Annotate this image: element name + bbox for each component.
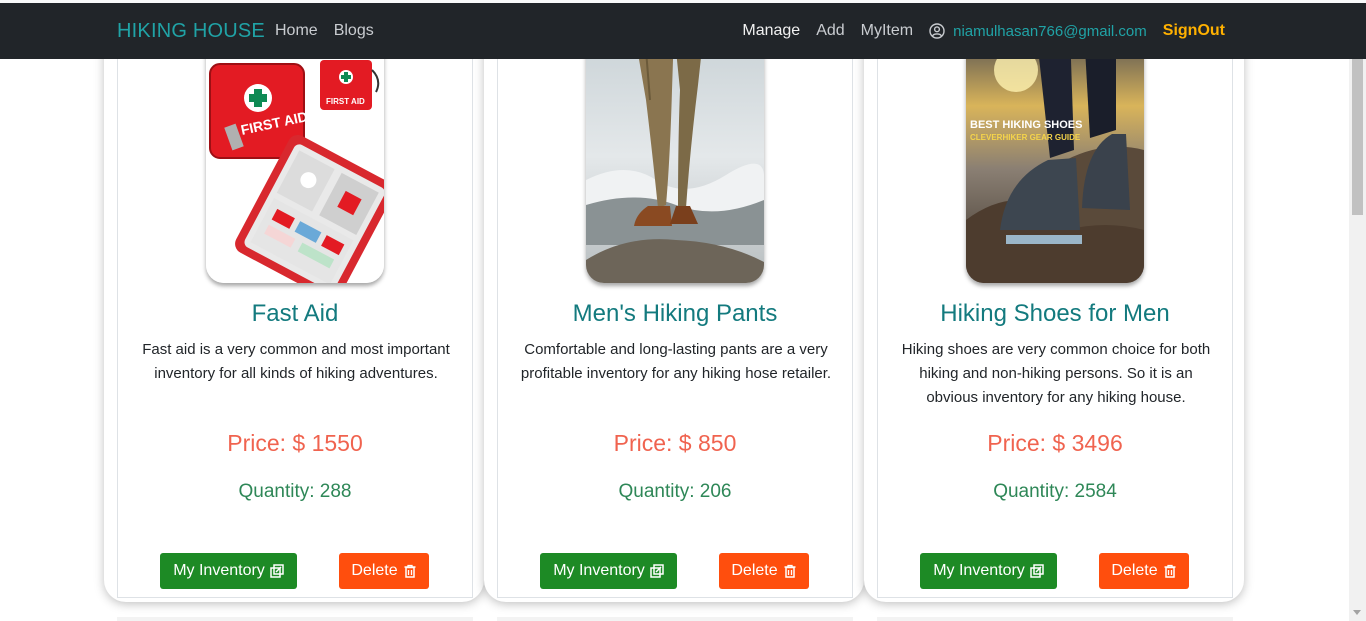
first-aid-kit-image: FIRST AID FIRST AID: [206, 30, 384, 283]
my-inventory-label: My Inventory: [173, 562, 265, 579]
external-link-icon: [1030, 564, 1044, 578]
my-inventory-button[interactable]: My Inventory: [540, 553, 677, 589]
kit-label-2: FIRST AID: [326, 97, 365, 106]
my-inventory-label: My Inventory: [933, 562, 1025, 579]
card-quantity: Quantity: 206: [618, 481, 732, 502]
user-email: niamulhasan766@gmail.com: [953, 22, 1147, 40]
delete-button[interactable]: Delete: [339, 553, 429, 589]
delete-label: Delete: [1111, 562, 1158, 579]
delete-label: Delete: [351, 562, 398, 579]
shoes-image-title: BEST HIKING SHOES: [970, 119, 1082, 131]
card-price: Price: $ 1550: [227, 430, 363, 456]
navbar: HIKING HOUSE Home Blogs Manage Add MyIte…: [0, 3, 1366, 59]
next-card-edge: [117, 617, 473, 621]
my-inventory-label: My Inventory: [553, 562, 645, 579]
my-inventory-button[interactable]: My Inventory: [920, 553, 1057, 589]
scroll-thumb[interactable]: [1352, 59, 1363, 215]
delete-button[interactable]: Delete: [719, 553, 809, 589]
delete-button[interactable]: Delete: [1099, 553, 1189, 589]
card-title: Fast Aid: [251, 300, 339, 327]
brand-logo[interactable]: HIKING HOUSE: [117, 20, 265, 43]
nav-left: Home Blogs: [275, 22, 374, 40]
card-description: Hiking shoes are very common choice for …: [901, 341, 1211, 406]
hiking-pants-image: [586, 30, 764, 283]
signout-link[interactable]: SignOut: [1163, 22, 1225, 40]
external-link-icon: [650, 564, 664, 578]
card-description: Fast aid is a very common and most impor…: [142, 341, 450, 382]
shoes-image-subtitle: CLEVERHIKER GEAR GUIDE: [970, 133, 1081, 142]
nav-home[interactable]: Home: [275, 22, 318, 40]
trash-icon: [1164, 564, 1176, 578]
card-title: Men's Hiking Pants: [572, 300, 778, 327]
trash-icon: [404, 564, 416, 578]
card-price: Price: $ 850: [613, 430, 737, 456]
card-body: FIRST AID FIRST AID Fast Aid Fast aid is…: [117, 30, 473, 598]
inventory-card: FIRST AID FIRST AID Fast Aid Fast aid is…: [104, 30, 484, 602]
card-price: Price: $ 3496: [987, 430, 1123, 456]
trash-icon: [784, 564, 796, 578]
my-inventory-button[interactable]: My Inventory: [160, 553, 297, 589]
card-quantity: Quantity: 288: [238, 481, 352, 502]
delete-label: Delete: [731, 562, 778, 579]
page-scrollbar[interactable]: [1349, 7, 1366, 621]
card-description: Comfortable and long-lasting pants are a…: [520, 341, 832, 382]
nav-manage[interactable]: Manage: [742, 22, 800, 40]
nav-add[interactable]: Add: [816, 22, 844, 40]
card-quantity: Quantity: 2584: [993, 481, 1117, 502]
next-card-edge: [497, 617, 853, 621]
hiking-shoes-image: BEST HIKING SHOES CLEVERHIKER GEAR GUIDE: [966, 30, 1144, 283]
next-card-edge: [877, 617, 1233, 621]
nav-myitem[interactable]: MyItem: [861, 22, 913, 40]
nav-right: Manage Add MyItem niamulhasan766@gmail.c…: [742, 22, 1225, 40]
scroll-down-arrow-icon[interactable]: [1353, 610, 1361, 615]
inventory-card: BEST HIKING SHOES CLEVERHIKER GEAR GUIDE…: [864, 30, 1244, 602]
user-circle-icon: [929, 23, 945, 39]
external-link-icon: [270, 564, 284, 578]
card-body: BEST HIKING SHOES CLEVERHIKER GEAR GUIDE…: [877, 30, 1233, 598]
card-body: Men's Hiking Pants Comfortable and long-…: [497, 30, 853, 598]
user-info: niamulhasan766@gmail.com: [929, 23, 1147, 40]
nav-blogs[interactable]: Blogs: [334, 22, 374, 40]
inventory-card: Men's Hiking Pants Comfortable and long-…: [484, 30, 864, 602]
card-title: Hiking Shoes for Men: [940, 300, 1170, 327]
